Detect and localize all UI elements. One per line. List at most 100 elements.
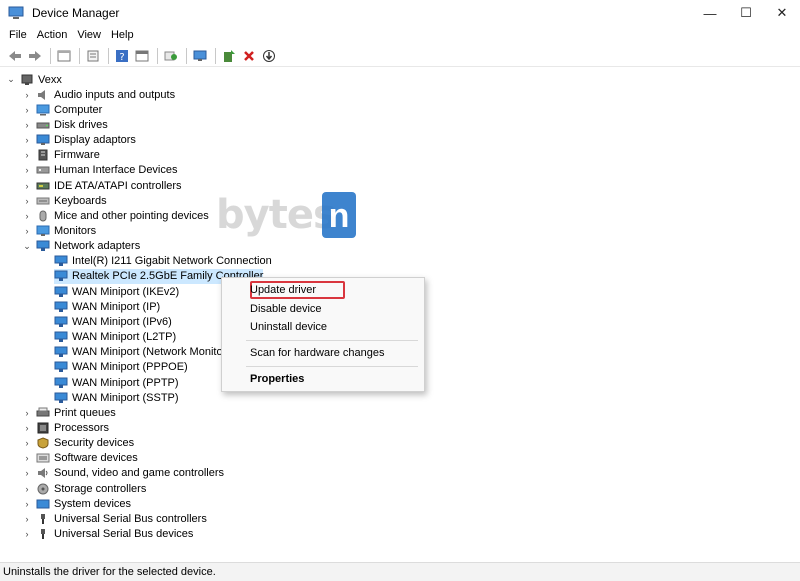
chevron-right-icon[interactable]: › (22, 529, 32, 539)
disable-device-menu-item[interactable]: Disable device (250, 303, 322, 315)
adapter-icon (54, 346, 68, 358)
menu-help[interactable]: Help (106, 29, 139, 41)
add-driver-icon[interactable] (220, 47, 238, 65)
menu-action[interactable]: Action (32, 29, 73, 41)
tree-category[interactable]: › Mice and other pointing devices (22, 208, 209, 223)
tree-item-label: Human Interface Devices (54, 164, 178, 177)
chevron-right-icon[interactable]: › (22, 423, 32, 433)
chevron-right-icon[interactable]: › (22, 408, 32, 418)
chevron-right-icon[interactable]: › (22, 135, 32, 145)
chevron-down-icon[interactable]: ⌄ (6, 74, 16, 85)
tree-category[interactable]: › Audio inputs and outputs (22, 87, 176, 102)
tree-category[interactable]: › Display adaptors (22, 133, 136, 148)
toolbar-separator (157, 47, 158, 64)
tree-category[interactable]: › Monitors (22, 224, 97, 239)
tree-item-label: WAN Miniport (PPPOE) (72, 361, 188, 374)
network-adapter-item[interactable]: Intel(R) I211 Gigabit Network Connection (54, 254, 272, 269)
svg-text:?: ? (119, 52, 124, 63)
tree-category[interactable]: › Software devices (22, 451, 138, 466)
update-driver-menu-item[interactable]: Update driver (250, 284, 316, 296)
chevron-right-icon[interactable]: › (22, 105, 32, 115)
network-adapter-item[interactable]: WAN Miniport (IKEv2) (54, 284, 179, 299)
scan-hardware-icon[interactable] (191, 47, 209, 65)
chevron-right-icon[interactable]: › (22, 514, 32, 524)
network-adapter-item[interactable]: WAN Miniport (PPPOE) (54, 360, 188, 375)
tree-category[interactable]: ⌄ Network adapters (22, 239, 140, 254)
watermark-badge: n (322, 192, 356, 238)
chevron-right-icon[interactable]: › (22, 181, 32, 191)
tree-category[interactable]: › Security devices (22, 436, 135, 451)
tree-item-label: WAN Miniport (IP) (72, 300, 161, 313)
tree-category[interactable]: › Disk drives (22, 117, 108, 132)
printer-icon (36, 407, 50, 419)
tree-category[interactable]: › Universal Serial Bus devices (22, 527, 194, 542)
tree-category[interactable]: › IDE ATA/ATAPI controllers (22, 178, 182, 193)
network-adapter-item[interactable]: WAN Miniport (IP) (54, 299, 160, 314)
menu-file[interactable]: File (4, 29, 32, 41)
disk-icon (36, 119, 50, 131)
tree-category[interactable]: › Computer (22, 102, 103, 117)
security-icon (36, 437, 50, 449)
adapter-icon (54, 361, 68, 373)
update-driver-icon[interactable] (260, 47, 278, 65)
speaker-icon (36, 89, 50, 101)
adapter-icon (54, 316, 68, 328)
network-adapter-item[interactable]: WAN Miniport (L2TP) (54, 330, 176, 345)
show-hide-console-tree-icon[interactable] (55, 47, 73, 65)
tree-category[interactable]: › Print queues (22, 405, 116, 420)
tree-root-computer[interactable]: ⌄ Vexx (6, 72, 62, 87)
chevron-right-icon[interactable]: › (22, 150, 32, 160)
chevron-down-icon[interactable]: ⌄ (22, 241, 32, 252)
chevron-right-icon[interactable]: › (22, 499, 32, 509)
monitor-icon (36, 225, 50, 237)
network-adapter-item[interactable]: WAN Miniport (IPv6) (54, 314, 172, 329)
watermark-logo: bytes (216, 192, 337, 238)
tree-category[interactable]: › Firmware (22, 148, 100, 163)
tree-item-label: Print queues (54, 406, 116, 419)
tree-category[interactable]: › System devices (22, 496, 132, 511)
menu-view[interactable]: View (72, 29, 106, 41)
close-button[interactable]: ✕ (764, 0, 800, 26)
ide-icon (36, 180, 50, 192)
status-text: Uninstalls the driver for the selected d… (3, 566, 216, 578)
tree-category[interactable]: › Storage controllers (22, 481, 147, 496)
tree-category[interactable]: › Keyboards (22, 193, 107, 208)
tree-item-label: Processors (54, 421, 110, 434)
maximize-button[interactable]: ☐ (728, 0, 764, 26)
adapter-icon (54, 377, 68, 389)
tree-item-label: Universal Serial Bus controllers (54, 512, 207, 525)
uninstall-icon[interactable] (240, 47, 258, 65)
tree-category[interactable]: › Universal Serial Bus controllers (22, 511, 207, 526)
network-adapter-item[interactable]: WAN Miniport (PPTP) (54, 375, 179, 390)
chevron-right-icon[interactable]: › (22, 226, 32, 236)
chevron-right-icon[interactable]: › (22, 453, 32, 463)
network-adapter-item[interactable]: WAN Miniport (Network Monitor) (54, 345, 230, 360)
chevron-right-icon[interactable]: › (22, 90, 32, 100)
console-icon[interactable] (133, 47, 151, 65)
tree-category[interactable]: › Processors (22, 420, 110, 435)
uninstall-device-menu-item[interactable]: Uninstall device (250, 321, 327, 333)
tree-item-label: Mice and other pointing devices (54, 209, 209, 222)
adapter-icon (54, 286, 68, 298)
properties-icon[interactable] (84, 47, 102, 65)
chevron-right-icon[interactable]: › (22, 196, 32, 206)
network-adapter-item[interactable]: WAN Miniport (SSTP) (54, 390, 179, 405)
scan-hardware-menu-item[interactable]: Scan for hardware changes (250, 347, 385, 359)
back-arrow-icon[interactable] (6, 47, 24, 65)
tree-item-label: Display adaptors (54, 134, 136, 147)
tree-item-label: Sound, video and game controllers (54, 467, 224, 480)
chevron-right-icon[interactable]: › (22, 468, 32, 478)
minimize-button[interactable]: — (692, 0, 728, 26)
adapter-icon (54, 255, 68, 267)
chevron-right-icon[interactable]: › (22, 211, 32, 221)
refresh-icon[interactable] (162, 47, 180, 65)
tree-category[interactable]: › Sound, video and game controllers (22, 466, 225, 481)
properties-menu-item[interactable]: Properties (250, 373, 304, 385)
help-icon[interactable]: ? (113, 47, 131, 65)
chevron-right-icon[interactable]: › (22, 165, 32, 175)
chevron-right-icon[interactable]: › (22, 438, 32, 448)
chevron-right-icon[interactable]: › (22, 484, 32, 494)
chevron-right-icon[interactable]: › (22, 120, 32, 130)
forward-arrow-icon[interactable] (26, 47, 44, 65)
tree-category[interactable]: › Human Interface Devices (22, 163, 178, 178)
